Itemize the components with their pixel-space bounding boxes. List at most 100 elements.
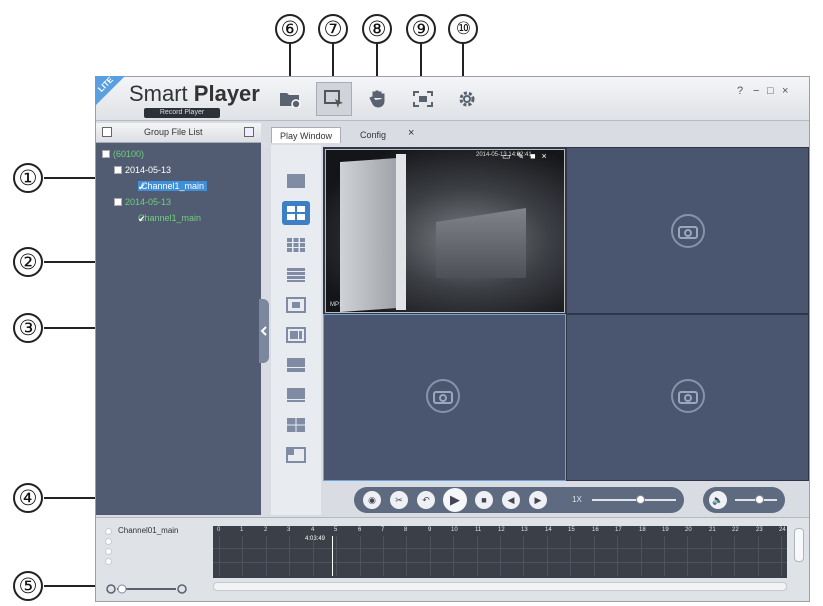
- channel-radio[interactable]: [105, 548, 112, 555]
- timeline-gridline: [383, 536, 384, 576]
- camera-icon: [671, 214, 705, 248]
- tree-node-label: (60100): [113, 149, 145, 159]
- back-button[interactable]: ↶: [417, 491, 435, 509]
- timeline-hour-label: 7: [381, 527, 385, 533]
- timeline-hour-label: 15: [568, 527, 575, 533]
- timeline-hour-label: 13: [521, 527, 528, 533]
- layout-6-icon: [286, 327, 306, 343]
- layout-16-button[interactable]: [282, 263, 310, 287]
- panel-collapse-handle[interactable]: [259, 299, 269, 363]
- timeline-hour-label: 23: [756, 527, 763, 533]
- chevron-left-icon: [260, 326, 267, 336]
- speed-slider-knob[interactable]: [636, 495, 645, 504]
- speed-slider-track[interactable]: [592, 499, 676, 501]
- speed-label: 1X: [572, 495, 582, 504]
- playhead-cursor[interactable]: [332, 536, 333, 576]
- timeline-hour-label: 21: [709, 527, 716, 533]
- file-list-header: Group File List: [96, 123, 261, 143]
- tree-node-date[interactable]: ✔ 2014-05-13: [114, 197, 171, 208]
- zoom-slider-icon: [106, 584, 187, 594]
- check-icon: ✔: [138, 214, 146, 224]
- play-button[interactable]: ▶: [443, 488, 467, 512]
- channel-radio[interactable]: [105, 558, 112, 565]
- volume-icon[interactable]: 🔈: [709, 491, 727, 509]
- next-frame-button[interactable]: ▶: [529, 491, 547, 509]
- timeline-hour-label: 20: [685, 527, 692, 533]
- video-tool-2-icon[interactable]: ✎: [517, 151, 525, 162]
- scene-doorframe: [396, 154, 406, 310]
- channel-radio[interactable]: [105, 528, 112, 535]
- snapshot-button[interactable]: ◉: [363, 491, 381, 509]
- maximize-button[interactable]: □: [767, 85, 774, 97]
- volume-knob[interactable]: [755, 495, 764, 504]
- callout-3: ③: [13, 313, 43, 343]
- timeline-gridline: [570, 536, 571, 576]
- timeline-hour-label: 12: [498, 527, 505, 533]
- tree-node-root[interactable]: ✔ (60100): [102, 149, 145, 160]
- timeline-gridline: [360, 536, 361, 576]
- callout-2: ②: [13, 247, 43, 277]
- timeline-ruler[interactable]: 4:03:49 0 1 2 3 4 5 6 7 8 9 10 11 12 13 14 15 16 17 18 19 20…: [213, 526, 787, 578]
- layout-5-icon: [286, 297, 306, 313]
- delete-file-icon[interactable]: [244, 127, 254, 137]
- video-cell-4[interactable]: [566, 314, 809, 481]
- layout-10-button[interactable]: [282, 383, 310, 407]
- video-tool-3-icon[interactable]: ■: [530, 151, 535, 162]
- timeline-hour-label: 19: [662, 527, 669, 533]
- select-all-checkbox[interactable]: [102, 127, 112, 137]
- layout-6-button[interactable]: [282, 323, 310, 347]
- playback-button[interactable]: [316, 82, 352, 116]
- brand-light: Smart: [129, 81, 194, 106]
- tree-node-date[interactable]: ✔ 2014-05-13: [114, 165, 171, 176]
- gear-icon: [459, 91, 475, 107]
- timeline-vertical-scroll[interactable]: [794, 528, 804, 562]
- tab-config[interactable]: Config: [352, 127, 394, 143]
- prev-frame-button[interactable]: ◀: [502, 491, 520, 509]
- tree-node-label: Channel1_main: [138, 213, 202, 223]
- timeline-gridline: [758, 536, 759, 576]
- layout-1-button[interactable]: [282, 169, 310, 193]
- layout-5-button[interactable]: [282, 293, 310, 317]
- layout-8-button[interactable]: [282, 353, 310, 377]
- close-button[interactable]: ×: [782, 85, 788, 97]
- timeline-horizontal-scroll[interactable]: [213, 582, 787, 591]
- timeline-hour-label: 24: [779, 527, 786, 533]
- timeline-hour-label: 0: [217, 527, 221, 533]
- timeline-hour-label: 17: [615, 527, 622, 533]
- help-button[interactable]: ?: [737, 85, 743, 97]
- tab-close-icon[interactable]: ×: [408, 127, 414, 139]
- video-cell-1-live[interactable]: 2014-05-13 14:02:41 ▭ ✎ ■ × MP1: [325, 149, 565, 313]
- check-icon: ✔: [114, 198, 122, 208]
- open-file-button[interactable]: [272, 82, 308, 116]
- tree-node-channel[interactable]: ✔ Channel1_main: [138, 213, 202, 224]
- video-close-icon[interactable]: ×: [542, 151, 547, 162]
- timeline-channel-label: Channel01_main: [118, 526, 179, 535]
- callout-9: ⑨: [406, 14, 436, 44]
- clip-button[interactable]: ✂: [390, 491, 408, 509]
- volume-control: 🔈: [703, 487, 785, 513]
- timeline-hour-label: 11: [475, 527, 482, 533]
- folder-open-icon: [280, 93, 301, 108]
- hand-icon: [369, 90, 385, 108]
- timeline-hour-label: 3: [287, 527, 291, 533]
- layout-9-button[interactable]: [282, 233, 310, 257]
- control-pill: ◉ ✂ ↶ ▶ ■ ◀ ▶ 1X: [354, 487, 684, 513]
- fullscreen-button[interactable]: [405, 82, 441, 116]
- channel-tag: MP1: [330, 302, 343, 308]
- stop-button[interactable]: ■: [475, 491, 493, 509]
- callout-6: ⑥: [275, 14, 305, 44]
- layout-custom-button[interactable]: [282, 443, 310, 467]
- tab-play-window[interactable]: Play Window: [271, 127, 342, 143]
- settings-button[interactable]: [449, 82, 485, 116]
- layout-13-button[interactable]: [282, 413, 310, 437]
- video-cell-2[interactable]: [566, 147, 809, 314]
- video-tool-1-icon[interactable]: ▭: [502, 151, 511, 162]
- video-cell-3[interactable]: [323, 314, 566, 481]
- minimize-button[interactable]: −: [753, 85, 759, 97]
- layout-4-button[interactable]: [282, 201, 310, 225]
- tree-node-channel-selected[interactable]: ✔ Channel1_main: [138, 181, 208, 192]
- callout-10: ⑩: [448, 14, 478, 44]
- timeline-hour-label: 4: [311, 527, 315, 533]
- hand-tool-button[interactable]: [360, 82, 396, 116]
- channel-radio[interactable]: [105, 538, 112, 545]
